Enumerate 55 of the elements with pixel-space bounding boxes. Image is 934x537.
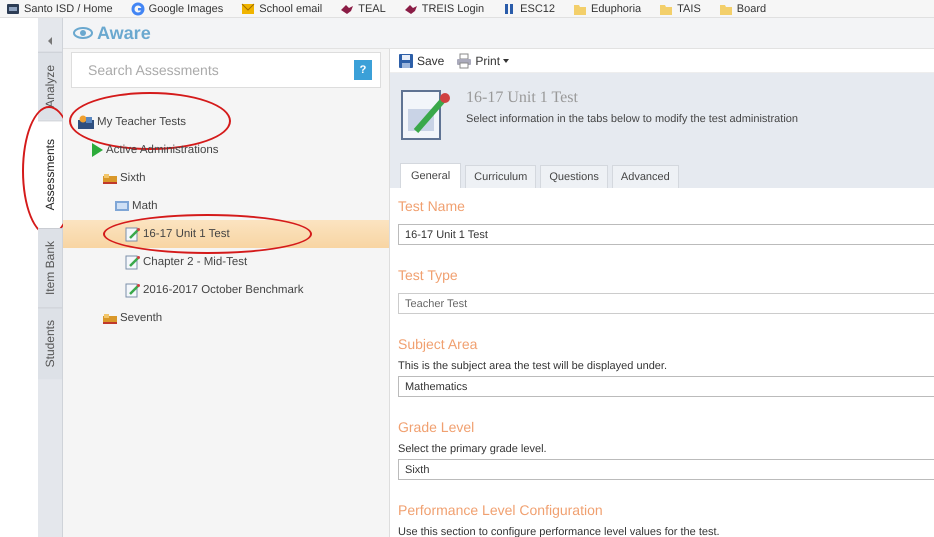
bookmark-link[interactable]: TAIS [659,2,701,16]
field-description: This is the subject area the test will be displayed under. [398,360,668,372]
play-icon [90,142,104,158]
field-label: Test Name [398,198,466,214]
book-icon [114,198,130,214]
bookmark-link[interactable]: Google Images [130,2,224,16]
tree-item[interactable]: Sixth [63,164,389,192]
bookmark-link[interactable]: Santo ISD / Home [6,2,113,16]
side-tab[interactable]: Students [38,307,62,380]
side-tab[interactable]: Analyze [38,52,62,120]
input-field[interactable]: Sixth [398,459,934,480]
field-description: Select the primary grade level. [398,443,548,455]
document-pencil-icon [125,226,141,242]
side-tab[interactable]: Assessments [38,120,62,228]
side-tab[interactable]: Item Bank [38,228,62,308]
bookmark-link[interactable]: ESC12 [502,2,555,16]
bookmark-link[interactable]: TREIS Login [404,2,484,16]
google-icon [130,2,145,16]
envelope-icon [241,2,256,16]
tree-item[interactable]: Chapter 2 - Mid-Test [63,248,389,276]
field-label: Test Type [398,267,459,283]
header-subtitle: Select information in the tabs below to modify the test administration [466,113,798,125]
bookmark-link[interactable]: Board [718,2,766,16]
save-button[interactable]: Save [398,52,444,68]
field-label: Subject Area [398,336,478,352]
collapse-arrow-icon [47,37,53,45]
bookmark-link[interactable]: Eduphoria [573,2,642,16]
folder-person-icon [77,114,95,130]
tree-item[interactable]: My Teacher Tests [63,108,389,136]
document-pencil-icon [125,282,141,298]
tab[interactable]: Questions [540,165,608,188]
test-title: 16-17 Unit 1 Test [466,89,579,107]
tree-item[interactable]: Active Administrations [63,136,389,164]
tab[interactable]: Curriculum [465,165,536,188]
tree-item[interactable]: 2016-2017 October Benchmark [63,276,389,304]
document-pencil-icon [125,254,141,270]
bookmark-link[interactable]: School email [241,2,322,16]
input-field[interactable]: 16-17 Unit 1 Test [398,224,934,245]
input-field: Teacher Test [398,293,934,314]
field-description: Use this section to configure performance level values for the test. [398,526,721,537]
tree-item[interactable]: Seventh [63,304,389,332]
eye-icon [73,24,93,42]
caret-icon [503,58,510,62]
app-logo-text: Aware [97,22,151,44]
field-label: Performance Level Configuration [398,502,604,518]
tab[interactable]: General [400,163,462,188]
school-icon [6,2,20,16]
tree-item[interactable]: Math [63,192,389,220]
field-label: Grade Level [398,419,476,435]
bookmark-link[interactable]: TEAL [340,2,386,16]
tab[interactable]: Advanced [612,165,679,188]
tree-item[interactable]: 16-17 Unit 1 Test [63,220,389,248]
printer-icon [456,52,472,68]
input-field[interactable]: Mathematics [398,376,934,397]
print-button[interactable]: Print [456,52,510,68]
